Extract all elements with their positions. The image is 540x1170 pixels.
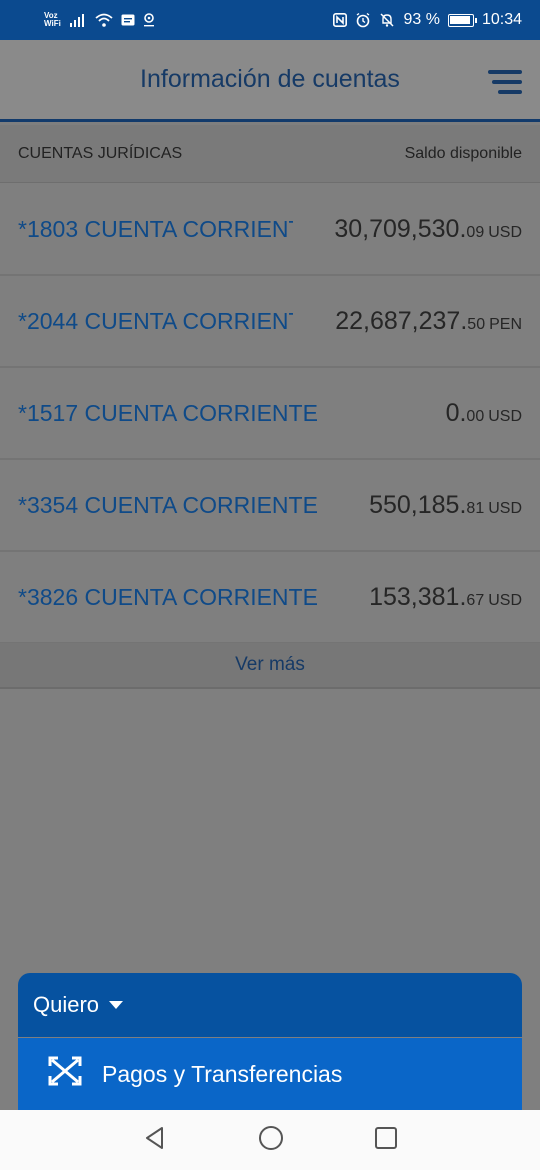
voz-wifi-indicator: Voz WiFi <box>44 11 61 28</box>
account-name: *1517 CUENTA CORRIENTE <box>18 399 318 426</box>
account-name: *3826 CUENTA CORRIENTE <box>18 583 318 610</box>
transfer-arrows-icon <box>48 1054 84 1094</box>
balance-label: Saldo disponible <box>404 144 522 162</box>
see-more-button[interactable]: Ver más <box>0 643 540 689</box>
accounts-list: *1803 CUENTA CORRIENTE 30,709,530.09 USD … <box>0 184 540 644</box>
payments-transfers-button[interactable]: Pagos y Transferencias <box>18 1038 522 1110</box>
account-balance: 153,381.67 USD <box>369 582 522 611</box>
home-icon[interactable] <box>258 1125 284 1156</box>
account-name: *3354 CUENTA CORRIENTE <box>18 491 318 518</box>
signal-icon <box>69 13 87 27</box>
recents-icon[interactable] <box>374 1126 398 1155</box>
account-name: *2044 CUENTA CORRIENTE <box>18 307 293 334</box>
app-header: Información de cuentas <box>0 40 540 122</box>
back-icon[interactable] <box>142 1125 168 1156</box>
status-bar: Voz WiFi 93 % 10:34 <box>0 0 540 40</box>
accounts-section-header: CUENTAS JURÍDICAS Saldo disponible <box>0 125 540 183</box>
nfc-icon <box>333 13 348 27</box>
account-row[interactable]: *3826 CUENTA CORRIENTE 153,381.67 USD <box>0 552 540 644</box>
account-balance: 22,687,237.50 PEN <box>335 306 522 335</box>
account-row[interactable]: *2044 CUENTA CORRIENTE 22,687,237.50 PEN <box>0 276 540 368</box>
mute-bell-icon <box>379 12 395 28</box>
payments-transfers-label: Pagos y Transferencias <box>102 1060 343 1087</box>
quiero-dropdown[interactable]: Quiero <box>18 973 522 1037</box>
account-row[interactable]: *1517 CUENTA CORRIENTE 0.00 USD <box>0 368 540 460</box>
account-balance: 30,709,530.09 USD <box>334 214 522 243</box>
account-balance: 0.00 USD <box>445 398 522 427</box>
alarm-icon <box>355 12 371 28</box>
account-row[interactable]: *1803 CUENTA CORRIENTE 30,709,530.09 USD <box>0 184 540 276</box>
account-row[interactable]: *3354 CUENTA CORRIENTE 550,185.81 USD <box>0 460 540 552</box>
wifi-icon <box>95 13 113 27</box>
clock: 10:34 <box>481 11 522 28</box>
quiero-label: Quiero <box>33 992 100 1017</box>
account-name: *1803 CUENTA CORRIENTE <box>18 215 293 242</box>
caret-down-icon <box>109 1001 124 1009</box>
battery-percent: 93 % <box>403 11 440 28</box>
page-title: Información de cuentas <box>140 65 400 93</box>
account-balance: 550,185.81 USD <box>369 490 522 519</box>
system-nav-bar <box>0 1110 540 1170</box>
message-icon <box>121 14 135 26</box>
menu-icon[interactable] <box>488 70 522 96</box>
section-label: CUENTAS JURÍDICAS <box>18 144 183 162</box>
battery-icon <box>447 13 477 27</box>
location-icon <box>143 13 155 27</box>
